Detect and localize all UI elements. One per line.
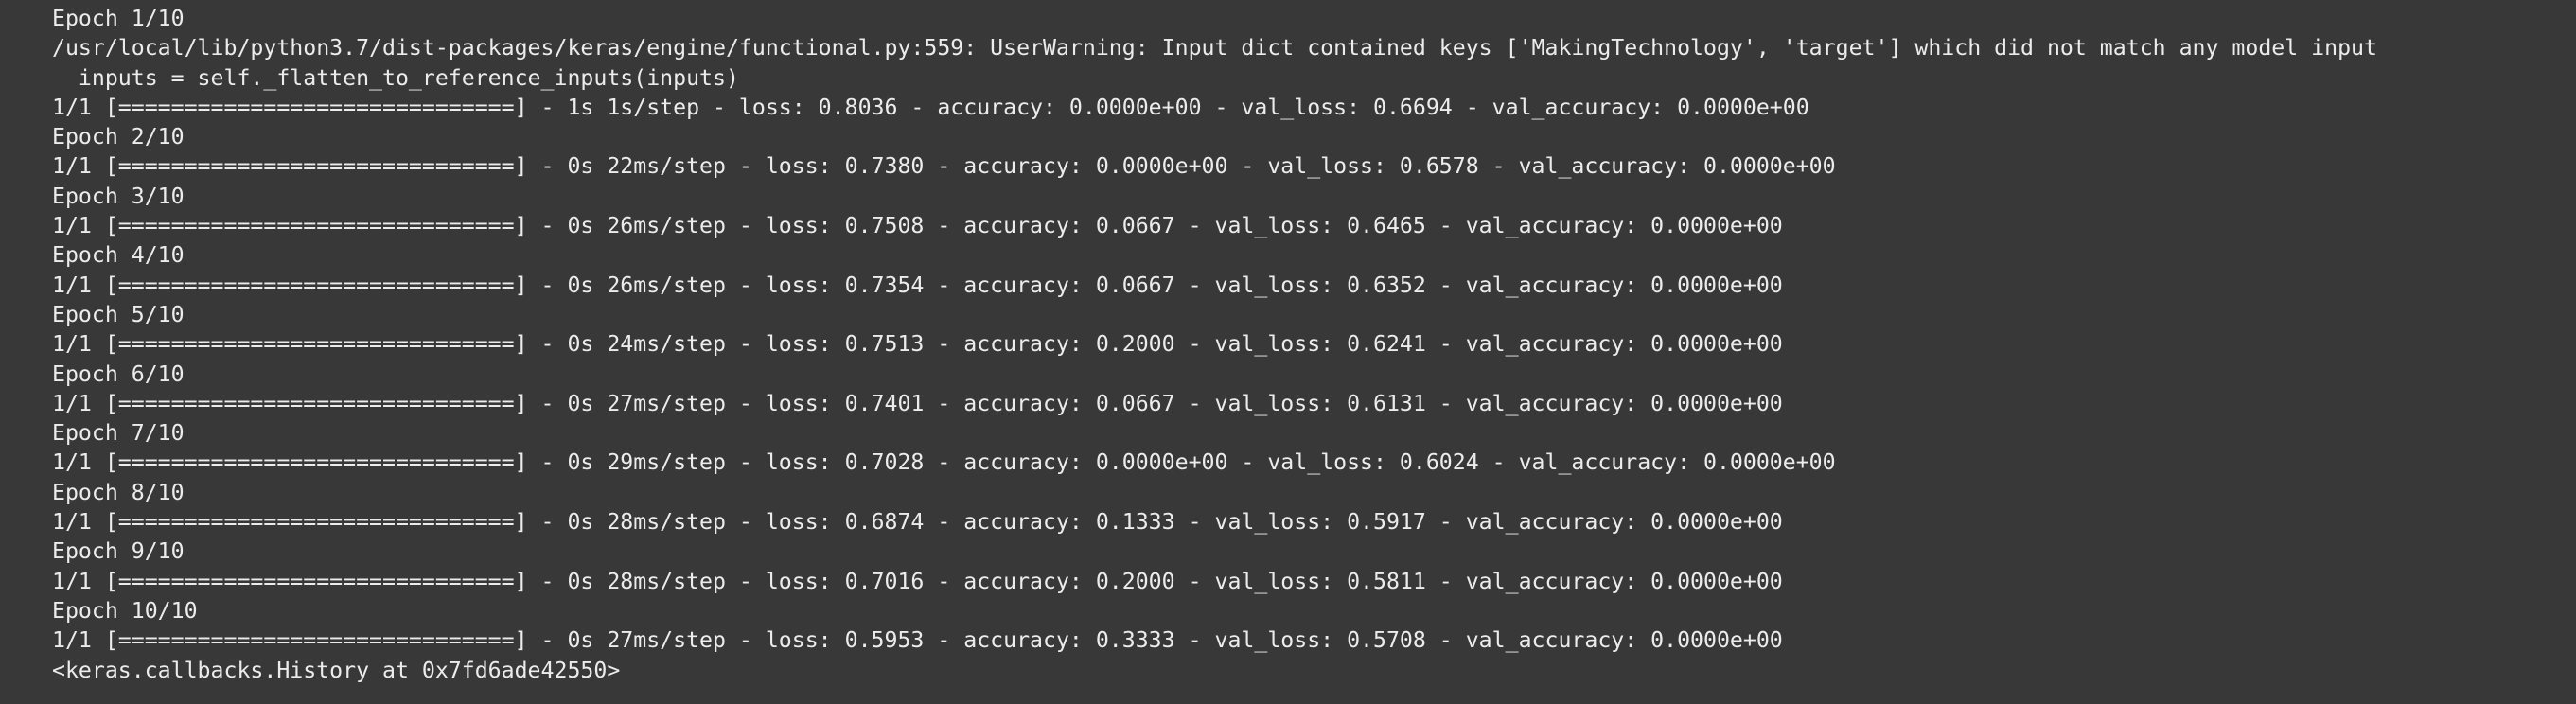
output-line-epoch-header: Epoch 8/10 [52, 479, 185, 505]
output-line-epoch-header: Epoch 6/10 [52, 361, 185, 387]
output-line-progress: 1/1 [==============================] - 0… [52, 153, 1836, 180]
output-line-progress: 1/1 [==============================] - 1… [52, 94, 1809, 120]
training-log: Epoch 1/10/usr/local/lib/python3.7/dist-… [52, 4, 2377, 685]
output-line-epoch-header: Epoch 2/10 [52, 124, 185, 150]
output-line-epoch-header: Epoch 3/10 [52, 183, 185, 209]
output-line-epoch-header: Epoch 5/10 [52, 301, 185, 327]
output-line-progress: 1/1 [==============================] - 0… [52, 627, 1783, 654]
cell-output-area: Epoch 1/10/usr/local/lib/python3.7/dist-… [0, 0, 2576, 704]
output-line-progress: 1/1 [==============================] - 0… [52, 509, 1783, 536]
output-line-progress: 1/1 [==============================] - 0… [52, 213, 1783, 239]
output-line-epoch-header: Epoch 7/10 [52, 420, 185, 447]
output-line-epoch-header: Epoch 4/10 [52, 242, 185, 269]
output-line-epoch-header: Epoch 1/10 [52, 6, 185, 31]
output-line-return-value: <keras.callbacks.History at 0x7fd6ade425… [52, 657, 621, 683]
output-line-progress: 1/1 [==============================] - 0… [52, 390, 1783, 416]
output-line-progress: 1/1 [==============================] - 0… [52, 272, 1783, 298]
output-line-progress: 1/1 [==============================] - 0… [52, 331, 1783, 358]
output-line-warning: /usr/local/lib/python3.7/dist-packages/k… [52, 35, 2377, 62]
output-line-progress: 1/1 [==============================] - 0… [52, 449, 1836, 476]
output-line-progress: 1/1 [==============================] - 0… [52, 568, 1783, 594]
output-line-epoch-header: Epoch 9/10 [52, 538, 185, 565]
output-line-epoch-header: Epoch 10/10 [52, 597, 198, 624]
output-line-warning-source: inputs = self._flatten_to_reference_inpu… [52, 64, 739, 91]
